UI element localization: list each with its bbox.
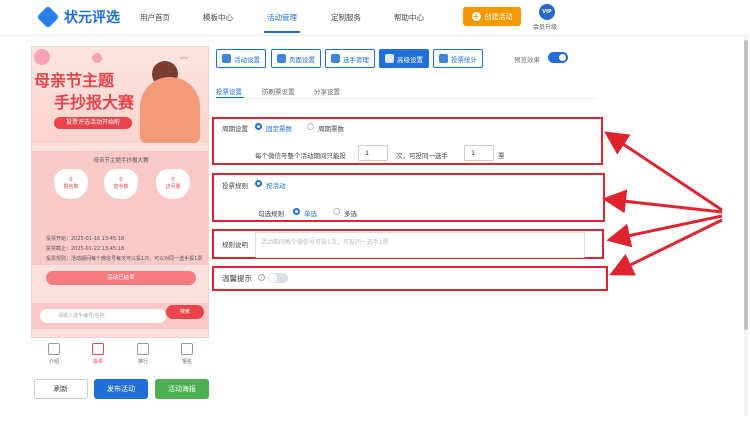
tabbar-rank[interactable]: 排行 <box>128 358 158 365</box>
stat-visits: 0 访问量 <box>156 169 190 199</box>
tab-label: 选手管理 <box>343 55 369 64</box>
intro-icon[interactable] <box>48 343 60 355</box>
create-activity-button[interactable]: + 创建活动 <box>463 7 521 26</box>
poster-title-line-1: 母亲节主题 <box>34 71 115 90</box>
activity-ended-button[interactable]: 活动已结束 <box>46 271 196 285</box>
fixed-votes-label[interactable]: 固定票数 <box>266 123 292 133</box>
flower-decoration <box>34 49 50 65</box>
tab-page-settings[interactable]: 页面设置 <box>271 49 321 68</box>
multi-label[interactable]: 多选 <box>344 208 357 218</box>
phone-preview: 〰 母亲节主题 手抄报大赛 投票评选活动开始啦 母亲节主题手抄报大赛 0 报名数… <box>31 46 209 338</box>
subtab-active-indicator <box>216 97 244 98</box>
bird-icon: 〰 <box>180 54 188 63</box>
tab-label: 高级设置 <box>397 55 423 64</box>
help-icon[interactable]: ? <box>258 274 265 281</box>
radio-by-activity[interactable] <box>255 180 262 187</box>
cycle-text-before: 每个微信号整个活动期间只能投 <box>255 152 346 160</box>
rule-description-textarea[interactable]: 活动期间每个微信号可投1次，可投同一选手1票 <box>255 232 585 258</box>
activity-card-title: 母亲节主题手抄报大赛 <box>93 158 149 164</box>
stat-label: 访问量 <box>165 184 181 190</box>
users-icon <box>331 54 340 63</box>
stat-contestants: 0 选手数 <box>104 169 138 199</box>
nav-item-home[interactable]: 用户首页 <box>140 12 170 23</box>
brand-name: 状元评选 <box>64 10 120 26</box>
preview-effect-label: 预览效果 <box>514 56 540 64</box>
nav-item-templates[interactable]: 模板中心 <box>203 12 233 23</box>
tab-contestant-manage[interactable]: 选手管理 <box>325 49 375 68</box>
scrollbar-thumb[interactable] <box>744 40 748 330</box>
subtab-share-settings[interactable]: 分享设置 <box>314 86 340 96</box>
votes-input[interactable]: 1 <box>464 145 494 161</box>
publish-activity-button[interactable]: 发布活动 <box>94 379 148 399</box>
activity-poster-button[interactable]: 活动海报 <box>155 379 209 399</box>
nav-item-custom[interactable]: 定制服务 <box>331 12 361 23</box>
single-label[interactable]: 单选 <box>304 208 317 218</box>
tips-label: 温馨提示 <box>222 274 252 283</box>
arrow-to-rule <box>602 189 723 214</box>
subtab-vote-settings[interactable]: 投票设置 <box>216 86 242 96</box>
vip-icon[interactable]: VIP <box>539 4 555 20</box>
stat-signups: 0 报名数 <box>54 169 88 199</box>
tips-toggle[interactable] <box>268 273 288 283</box>
contestant-search-input[interactable]: 请输入选手编号/名称 <box>40 309 166 323</box>
times-input[interactable]: 1 <box>358 145 388 161</box>
radio-multi[interactable] <box>333 208 340 215</box>
gear-icon <box>277 54 286 63</box>
subtab-anti-fraud[interactable]: 防刷票设置 <box>262 86 295 96</box>
preview-effect-toggle[interactable] <box>548 52 568 63</box>
mother-figure <box>140 77 200 143</box>
plus-icon: + <box>471 12 481 21</box>
poster-title-line-2: 手抄报大赛 <box>54 93 135 112</box>
advanced-icon <box>385 54 394 63</box>
tabbar-vote[interactable]: 投票 <box>83 358 113 365</box>
tab-activity-settings[interactable]: 活动设置 <box>216 49 266 68</box>
logo-icon <box>36 5 60 29</box>
tabbar-intro[interactable]: 介绍 <box>39 358 69 365</box>
info-vote-start: 投票开始：2025-01-16 13:45:18 <box>46 236 125 242</box>
stat-label: 选手数 <box>113 184 129 190</box>
poster-subtitle: 投票评选活动开始啦 <box>54 117 132 129</box>
info-vote-rule: 投票规则：活动期间每个微信号每天可以投1次，可以对同一选手投1票 <box>46 256 203 262</box>
signup-pencil-icon[interactable] <box>181 343 193 355</box>
flower-decoration <box>92 53 102 63</box>
radio-single[interactable] <box>293 208 300 215</box>
nav-item-help[interactable]: 帮助中心 <box>394 12 424 23</box>
tab-advanced-settings[interactable]: 高级设置 <box>379 49 429 68</box>
cycle-settings-label: 周期设置 <box>222 125 248 133</box>
vote-bar-icon[interactable] <box>92 343 104 355</box>
vote-rule-label: 投票规则 <box>222 182 248 190</box>
bar-chart-icon <box>439 54 448 63</box>
cycle-votes-label[interactable]: 周期票数 <box>318 123 344 133</box>
subtab-divider <box>216 98 598 99</box>
tabbar-signup[interactable]: 报名 <box>172 358 202 365</box>
cycle-text-after: 票 <box>498 152 505 160</box>
brand-logo[interactable]: 状元评选 <box>36 5 120 29</box>
cycle-text-mid: 次，可投同一选手 <box>396 152 448 160</box>
nav-active-indicator <box>264 31 300 33</box>
settings-icon <box>222 54 231 63</box>
radio-fixed-votes[interactable] <box>255 123 262 130</box>
check-rule-label: 勾选规则 <box>258 210 284 218</box>
rule-description-label: 规则说明 <box>222 241 248 249</box>
arrow-to-cycle <box>604 131 723 212</box>
create-activity-label: 创建活动 <box>484 12 513 21</box>
stat-label: 报名数 <box>63 184 79 190</box>
tab-label: 活动设置 <box>234 55 260 64</box>
vip-upgrade-label[interactable]: 会员升级 <box>533 22 557 31</box>
contestant-search-button[interactable]: 搜索 <box>166 305 204 319</box>
rank-icon[interactable] <box>137 343 149 355</box>
nav-item-activities[interactable]: 活动管理 <box>267 12 297 23</box>
refresh-button[interactable]: 刷新 <box>34 379 88 399</box>
tab-label: 页面设置 <box>289 55 315 64</box>
info-vote-end: 投票截止：2025-01-22 13:45:18 <box>46 246 125 252</box>
radio-cycle-votes[interactable] <box>307 123 314 130</box>
tab-label: 投票统计 <box>451 55 477 64</box>
annotation-arrows <box>602 131 723 276</box>
by-activity-label[interactable]: 按活动 <box>266 180 286 190</box>
poster-banner: 〰 母亲节主题 手抄报大赛 投票评选活动开始啦 <box>32 47 208 143</box>
tab-vote-stats[interactable]: 投票统计 <box>433 49 483 68</box>
top-navigation-bar: 状元评选 用户首页 模板中心 活动管理 定制服务 帮助中心 + 创建活动 VIP… <box>0 0 750 36</box>
